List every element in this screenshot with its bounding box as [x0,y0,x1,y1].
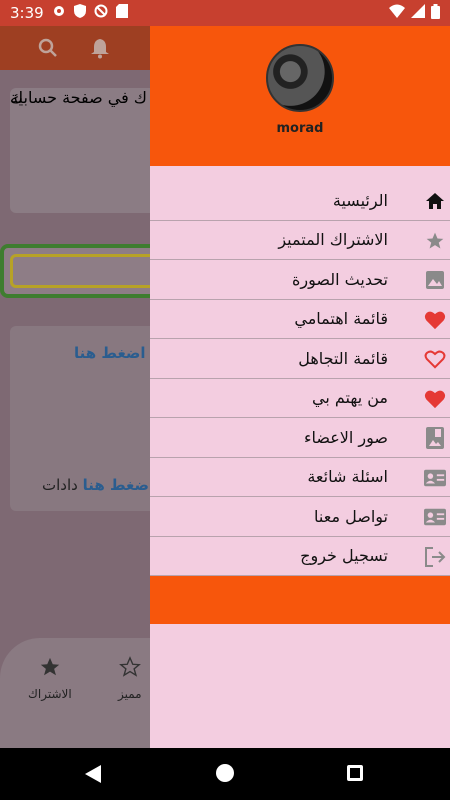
logout-icon [424,546,446,568]
status-bar: 3:39 [0,0,450,26]
home-button-icon[interactable] [216,764,234,782]
notification-bell-icon[interactable] [90,37,110,63]
search-icon[interactable] [38,38,58,62]
menu-item-members-photos[interactable]: صور الاعضاء [150,418,450,458]
menu-item-label: الاشتراك المتميز [278,230,388,250]
recent-apps-icon[interactable] [347,765,363,781]
star-filled-icon [39,657,61,681]
image-icon [424,269,446,291]
menu-item-update-photo[interactable]: تحديث الصورة [150,260,450,300]
shield-icon [73,4,86,22]
menu-item-faq[interactable]: اسئلة شائعة [150,458,450,497]
back-icon[interactable] [85,765,101,787]
heart-outline-icon [424,348,446,370]
battery-icon [431,3,440,23]
menu-item-home[interactable]: الرئيسية [150,181,450,221]
drawer-footer-banner [150,576,450,624]
status-time: 3:39 [10,4,44,22]
signal-icon [411,4,425,22]
nav-subscription[interactable]: الاشتراك [28,656,72,701]
star-icon [424,230,446,252]
menu-item-label: اسئلة شائعة [307,467,388,487]
settings-prefix: دادات [42,476,78,494]
wifi-icon [389,4,405,22]
system-navigation-bar [0,748,450,800]
menu-item-label: الرئيسية [332,190,388,210]
menu-item-contact-us[interactable]: تواصل معنا [150,497,450,537]
star-outline-icon [118,656,141,681]
menu-item-label: تسجيل خروج [300,546,388,566]
menu-item-label: صور الاعضاء [303,427,388,447]
menu-item-ignore-list[interactable]: قائمة التجاهل [150,339,450,379]
portrait-icon [424,427,446,449]
press-here-link[interactable]: اضغط هنا [74,344,146,362]
drawer-header: morad [150,26,450,166]
info-card-text: ك في صفحة حسابك [10,88,147,107]
menu-item-my-interests[interactable]: قائمة اهتمامي [150,300,450,339]
heart-filled-icon [424,309,446,331]
avatar[interactable] [266,44,334,112]
menu-item-who-cares-about-me[interactable]: من يهتم بي [150,379,450,418]
nav-premium[interactable]: مميز [118,656,142,701]
menu-item-label: تواصل معنا [314,506,388,526]
menu-item-label: تحديث الصورة [292,269,388,289]
settings-gear-icon [52,4,66,22]
heart-filled-icon [424,388,446,410]
menu-item-label: من يهتم بي [311,388,388,408]
navigation-drawer: morad الرئيسية الاشتراك المتميز تحديث ال… [150,26,450,748]
home-icon [424,190,446,212]
settings-press-here-link[interactable]: اضغط هنا [83,476,155,494]
contact-card-icon [424,467,446,489]
menu-item-label: قائمة التجاهل [298,348,388,368]
menu-item-premium-subscription[interactable]: الاشتراك المتميز [150,221,450,260]
highlighted-input[interactable] [0,244,166,298]
menu-item-logout[interactable]: تسجيل خروج [150,537,450,576]
contact-card-icon [424,506,446,528]
menu-item-label: قائمة اهتمامي [294,309,388,329]
settings-link-row: اضغط هنا دادات [42,476,154,494]
nav-premium-label: مميز [118,687,142,701]
blocked-icon [94,4,108,22]
drawer-menu: الرئيسية الاشتراك المتميز تحديث الصورة ق… [150,181,450,576]
user-name: morad [276,121,324,136]
sd-card-icon [115,4,128,22]
nav-subscription-label: الاشتراك [28,687,72,701]
